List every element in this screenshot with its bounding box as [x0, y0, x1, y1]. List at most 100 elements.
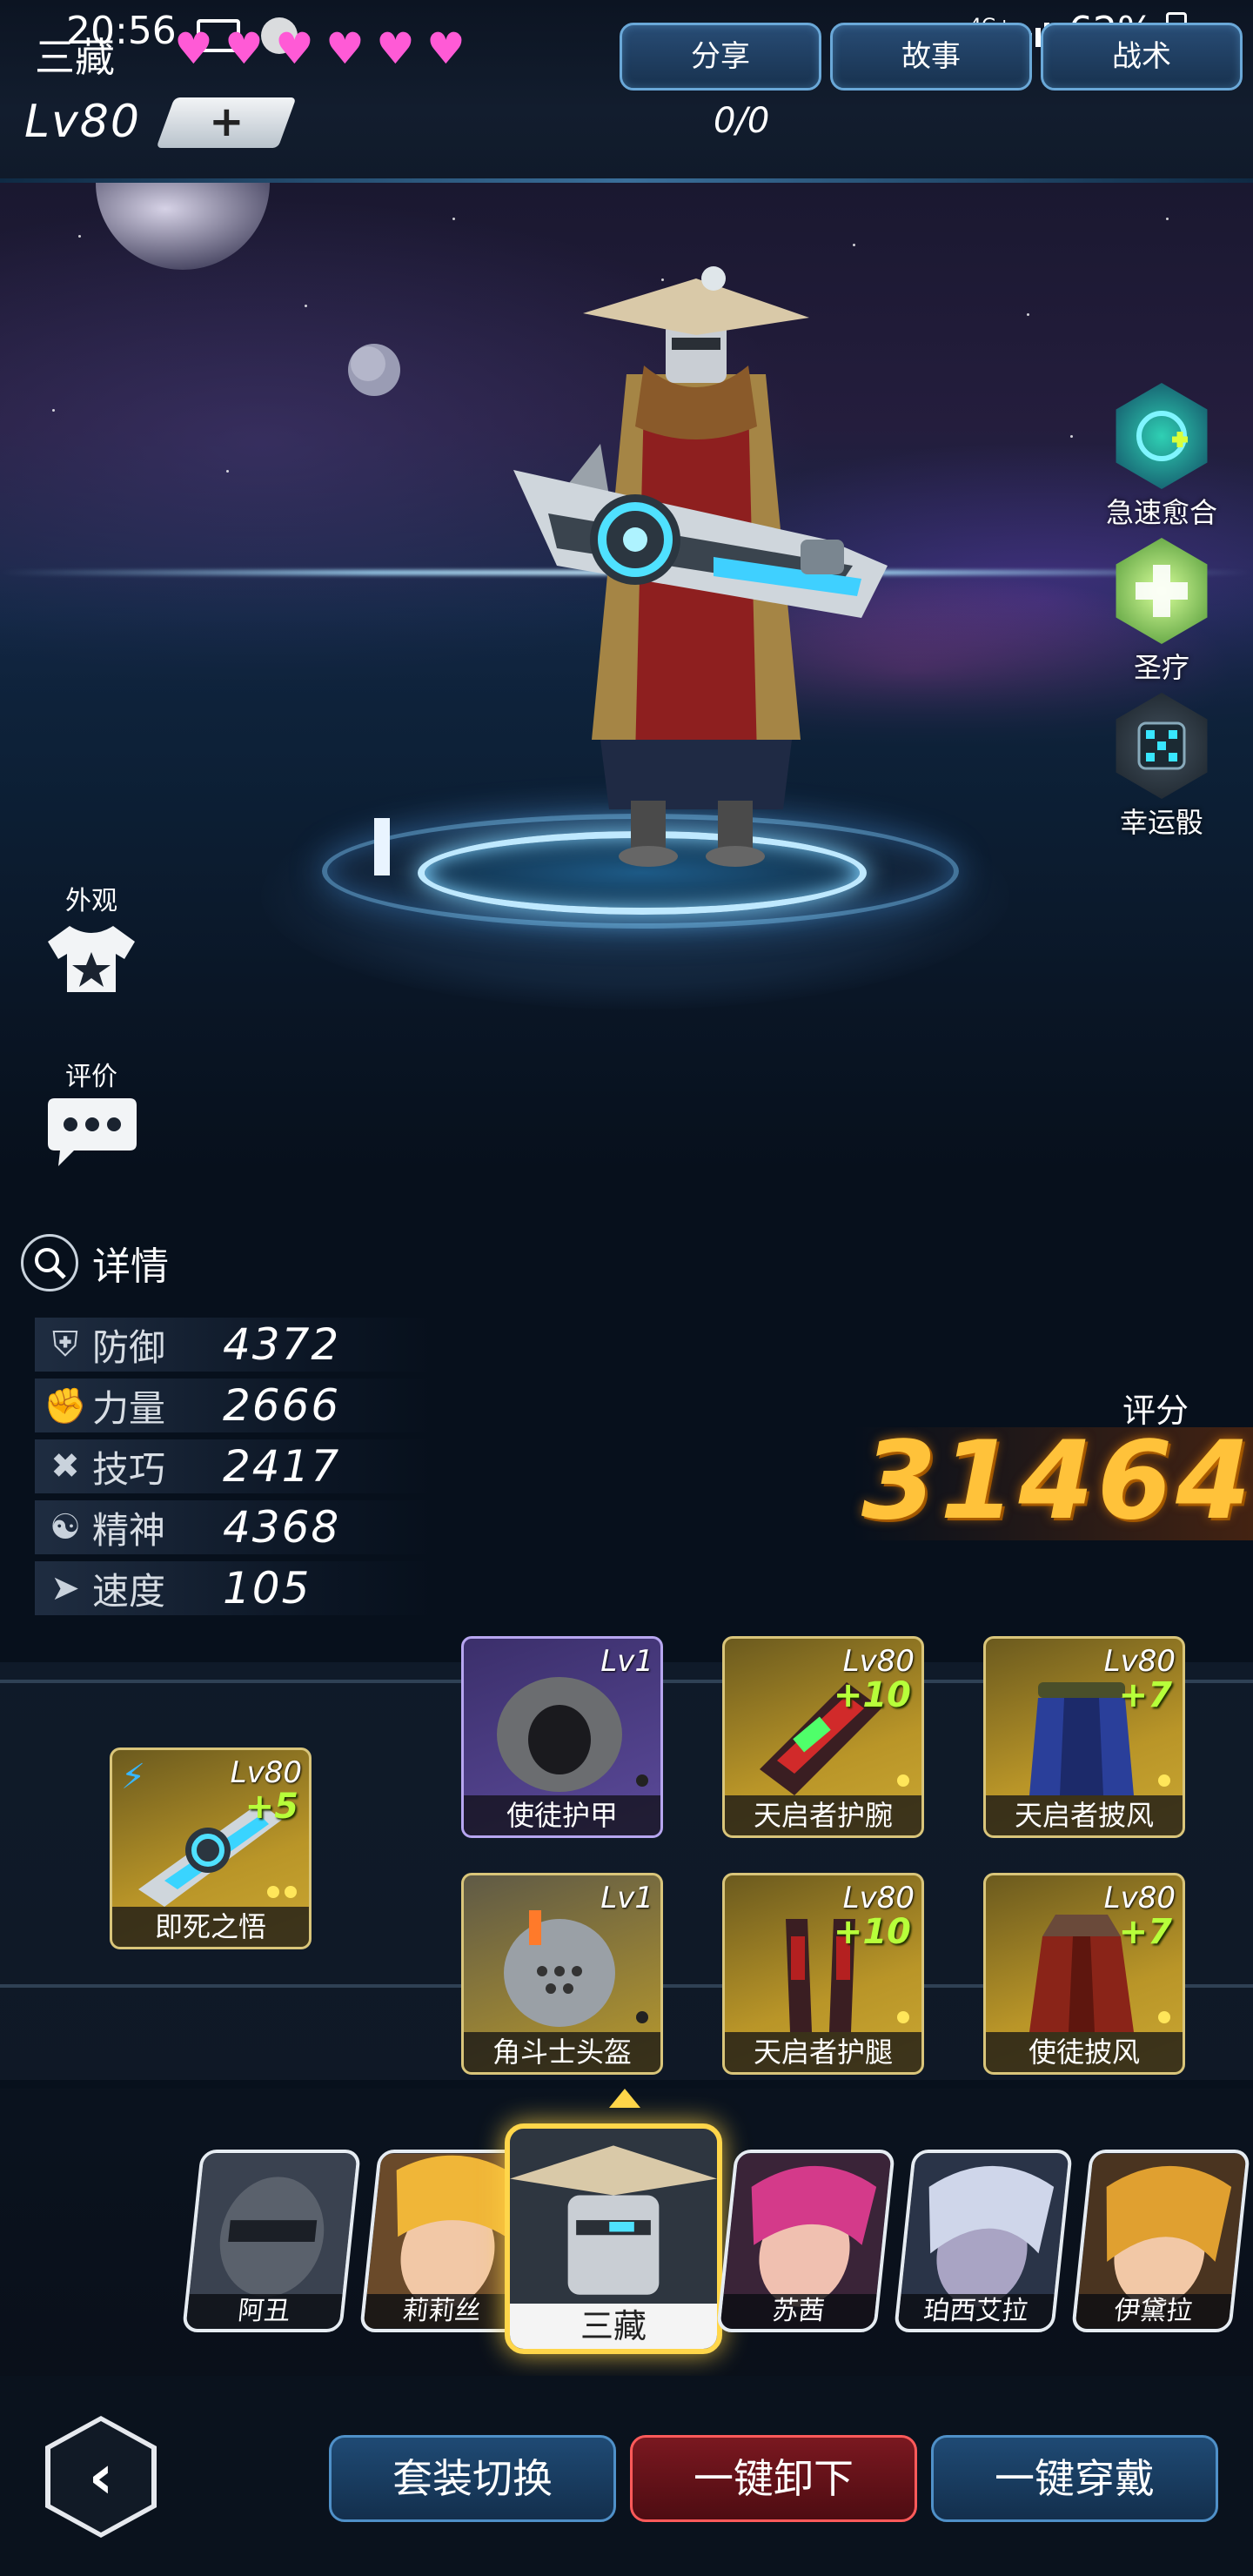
affection-hearts: ♥ ♥ ♥ ♥ ♥ ♥ [174, 23, 470, 74]
appearance-label: 外观 [65, 886, 117, 916]
cross-tools-icon: ✖ [50, 1446, 80, 1486]
moon-planet [96, 183, 270, 270]
review-label: 评价 [65, 1062, 117, 1092]
stat-label: 防御 [92, 1325, 166, 1369]
equip-name: 天启者护腕 [725, 1795, 921, 1835]
equip-slot-apostle-cape[interactable]: Lv80 +7 使徒披风 [983, 1873, 1185, 2075]
equip-name: 角斗士头盔 [464, 2032, 660, 2072]
hero-card[interactable]: 伊黛拉 [1070, 2150, 1251, 2332]
skill-rapid-heal[interactable]: 急速愈合 [1096, 383, 1227, 531]
share-button[interactable]: 分享 [620, 23, 821, 91]
hero-name-label: 阿丑 [185, 2294, 343, 2329]
hero-card[interactable]: 阿丑 [181, 2150, 362, 2332]
hero-card-selected[interactable]: 三藏 [505, 2123, 722, 2354]
equip-level: Lv1 [600, 1644, 653, 1679]
equip-name: 即死之悟 [112, 1907, 309, 1947]
score-value: 31464 [861, 1419, 1253, 1544]
stat-value: 2417 [223, 1441, 341, 1492]
heart-icon: ♥ [174, 23, 213, 74]
equip-level: Lv80 [1103, 1644, 1176, 1679]
stage-marker [374, 818, 390, 875]
skill-label: 圣疗 [1133, 651, 1189, 684]
top-bar-divider [0, 178, 1253, 183]
heart-icon: ♥ [325, 23, 365, 74]
plus-icon: + [209, 97, 245, 146]
equip-slot-bracer[interactable]: Lv80 +10 天启者护腕 [722, 1636, 924, 1838]
hero-level: Lv80 [24, 96, 141, 148]
weapon-slot[interactable]: ⚡ Lv80 +5 即死之悟 [110, 1748, 312, 1949]
equip-slot-greaves[interactable]: Lv80 +10 天启者护腿 [722, 1873, 924, 2075]
equip-slot-armor[interactable]: Lv1 使徒护甲 [461, 1636, 663, 1838]
hero-card[interactable]: 珀西艾拉 [893, 2150, 1074, 2332]
equip-level: Lv80 [230, 1755, 302, 1790]
lucky-dice-icon [1116, 693, 1208, 799]
equip-level: Lv80 [842, 1881, 915, 1915]
equip-slot-cape[interactable]: Lv80 +7 天启者披风 [983, 1636, 1185, 1838]
selection-arrow-icon [609, 2089, 640, 2108]
hero-name-label: 三藏 [510, 2304, 717, 2349]
rarity-dot [897, 2011, 909, 2023]
appearance-button[interactable]: 外观 [35, 879, 148, 999]
rarity-dot [267, 1886, 279, 1898]
stat-label: 速度 [92, 1569, 166, 1613]
stat-label: 精神 [92, 1508, 166, 1552]
hero-character-art[interactable] [452, 252, 940, 879]
equip-plus: +7 [1118, 1912, 1172, 1952]
switch-set-button[interactable]: 套装切换 [329, 2435, 616, 2522]
shield-icon: ⛨ [52, 1325, 78, 1365]
stat-row-skill: ✖ 技巧 2417 [35, 1439, 435, 1493]
armor-art [497, 1677, 622, 1792]
details-header[interactable]: 详情 [21, 1234, 169, 1291]
stat-value: 4368 [223, 1502, 341, 1553]
review-button[interactable]: 评价 [35, 1055, 148, 1175]
equip-plus: +7 [1118, 1675, 1172, 1715]
equip-plus: +5 [245, 1787, 298, 1827]
helmet-art [504, 1910, 615, 2027]
stat-row-speed: ➤ 速度 105 [35, 1561, 435, 1615]
stat-value: 4372 [223, 1319, 341, 1370]
stat-value: 2666 [223, 1380, 341, 1431]
equip-all-button[interactable]: 一键穿戴 [931, 2435, 1218, 2522]
rarity-dot [636, 2011, 648, 2023]
equip-level: Lv1 [600, 1881, 653, 1915]
rarity-dot [897, 1774, 909, 1787]
equip-name: 使徒护甲 [464, 1795, 660, 1835]
rarity-dot [636, 1774, 648, 1787]
details-label: 详情 [92, 1244, 169, 1289]
rarity-dot [285, 1886, 297, 1898]
heart-icon: ♥ [426, 23, 466, 74]
hero-name: 三藏 [35, 34, 115, 81]
skill-holy-heal[interactable]: 圣疗 [1096, 538, 1227, 686]
heart-icon: ♥ [376, 23, 415, 74]
tactics-button[interactable]: 战术 [1041, 23, 1243, 91]
equip-plus: +10 [833, 1912, 911, 1952]
rarity-dot [1158, 1774, 1170, 1787]
equip-slot-helmet[interactable]: Lv1 角斗士头盔 [461, 1873, 663, 2075]
equip-plus: +10 [833, 1675, 911, 1715]
stat-label: 力量 [92, 1386, 166, 1430]
exp-progress: 0/0 [714, 101, 770, 141]
small-planet [348, 344, 400, 396]
story-button[interactable]: 故事 [830, 23, 1032, 91]
heart-icon: ♥ [275, 23, 314, 74]
hero-name-label: 伊黛拉 [1075, 2294, 1232, 2329]
skill-lucky-dice[interactable]: 幸运骰 [1096, 693, 1227, 841]
stat-row-defense: ⛨ 防御 4372 [35, 1318, 435, 1372]
heart-icon: ♥ [224, 23, 264, 74]
level-up-button[interactable]: + [156, 97, 297, 148]
stat-label: 技巧 [92, 1447, 166, 1491]
stat-row-strength: ✊ 力量 2666 [35, 1379, 435, 1432]
search-icon [21, 1234, 78, 1291]
hero-name-label: 苏茜 [720, 2294, 877, 2329]
equip-level: Lv80 [1103, 1881, 1176, 1915]
hero-name-label: 珀西艾拉 [897, 2294, 1055, 2329]
stat-value: 105 [223, 1563, 312, 1613]
holy-heal-icon [1116, 538, 1208, 644]
hero-card[interactable]: 苏茜 [715, 2150, 896, 2332]
equip-name: 使徒披风 [986, 2032, 1183, 2072]
unequip-all-button[interactable]: 一键卸下 [630, 2435, 917, 2522]
chevron-left-icon: ‹ [50, 2421, 151, 2532]
skill-label: 急速愈合 [1105, 496, 1217, 529]
fist-icon: ✊ [44, 1385, 87, 1426]
equip-name: 天启者护腿 [725, 2032, 921, 2072]
